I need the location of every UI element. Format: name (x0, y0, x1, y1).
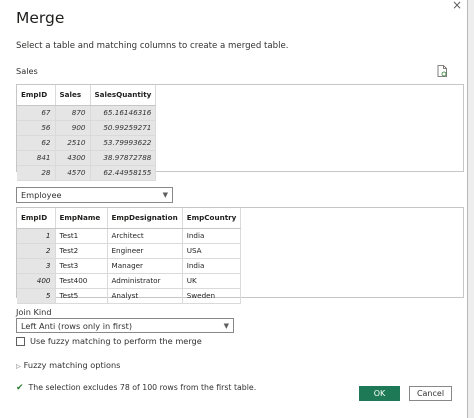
column-header-empid[interactable]: EmpID (17, 85, 56, 106)
table-cell[interactable]: Test3 (55, 258, 108, 274)
first-table-grid: EmpID Sales SalesQuantity 67 870 65.161463… (17, 85, 157, 181)
fuzzy-options-label: Fuzzy matching options (23, 360, 121, 370)
table-cell[interactable]: 4570 (55, 165, 91, 181)
table-cell[interactable]: 1 (17, 228, 56, 244)
table-cell[interactable]: USA (182, 243, 242, 259)
column-header-salesquantity[interactable]: SalesQuantity (90, 85, 157, 106)
column-header-empdesignation[interactable]: EmpDesignation (107, 208, 183, 229)
table-cell[interactable]: Test2 (55, 243, 108, 259)
table-cell[interactable]: 67 (17, 105, 56, 121)
chevron-down-icon: ▼ (223, 322, 229, 330)
table-cell[interactable]: India (182, 228, 242, 244)
table-cell[interactable]: Manager (107, 258, 183, 274)
table-cell[interactable]: 50.99259271 (90, 120, 157, 136)
table-row: 3 Test3 Manager India (17, 258, 242, 274)
table-cell[interactable]: 3 (17, 258, 56, 274)
dialog-description: Select a table and matching columns to c… (16, 41, 289, 51)
column-header-empcountry[interactable]: EmpCountry (182, 208, 242, 229)
table-cell[interactable]: 4300 (55, 150, 91, 166)
table-cell[interactable]: Administrator (107, 273, 183, 289)
first-table-preview: EmpID Sales SalesQuantity 67 870 65.161463… (16, 84, 464, 181)
table-cell[interactable]: 62 (17, 135, 56, 151)
table-row: 67 870 65.16146316 (17, 105, 157, 121)
table-row: 1 Test1 Architect India (17, 228, 242, 244)
table-cell[interactable]: 28 (17, 165, 56, 181)
second-table-grid: EmpID EmpName EmpDesignation EmpCountry … (17, 208, 242, 304)
second-table-preview: EmpID EmpName EmpDesignation EmpCountry … (16, 207, 464, 304)
chevron-right-icon: ▷ (16, 363, 21, 370)
ok-button[interactable]: OK (359, 386, 400, 401)
column-header-empid[interactable]: EmpID (17, 208, 56, 229)
table-cell[interactable]: Analyst (107, 288, 183, 304)
chevron-down-icon: ▼ (162, 191, 168, 199)
table-row: 400 Test400 Administrator UK (17, 273, 242, 289)
table-cell[interactable]: Test5 (55, 288, 108, 304)
table-cell[interactable]: 53.79993622 (90, 135, 157, 151)
table-cell[interactable]: UK (182, 273, 242, 289)
dialog-title: Merge (16, 9, 65, 27)
first-table-label: Sales (16, 66, 38, 76)
table-cell[interactable]: India (182, 258, 242, 274)
table-cell[interactable]: 56 (17, 120, 56, 136)
fuzzy-matching-label[interactable]: Use fuzzy matching to perform the merge (30, 336, 202, 346)
merge-dialog: × Merge Select a table and matching colu… (0, 0, 468, 418)
join-kind-select[interactable]: Left Anti (rows only in first) ▼ (16, 318, 234, 333)
close-icon[interactable]: × (452, 0, 462, 11)
table-cell[interactable]: 2510 (55, 135, 91, 151)
column-header-empname[interactable]: EmpName (55, 208, 108, 229)
second-table-select-value: Employee (21, 190, 62, 200)
file-preview-icon[interactable] (437, 65, 447, 77)
table-cell[interactable]: 38.97872788 (90, 150, 157, 166)
join-kind-label: Join Kind (16, 307, 52, 317)
join-kind-select-value: Left Anti (rows only in first) (21, 321, 133, 331)
table-cell[interactable]: 841 (17, 150, 56, 166)
table-row: 5 Test5 Analyst Sweden (17, 288, 242, 304)
status-message: ✔ The selection excludes 78 of 100 rows f… (16, 383, 256, 393)
table-cell[interactable]: Sweden (182, 288, 242, 304)
fuzzy-options-toggle[interactable]: ▷ Fuzzy matching options (16, 360, 120, 370)
table-cell[interactable]: Engineer (107, 243, 183, 259)
table-cell[interactable]: 900 (55, 120, 91, 136)
second-table-select[interactable]: Employee ▼ (16, 187, 173, 203)
table-cell[interactable]: Architect (107, 228, 183, 244)
table-cell[interactable]: 400 (17, 273, 56, 289)
fuzzy-matching-checkbox[interactable] (16, 337, 25, 346)
table-cell[interactable]: 5 (17, 288, 56, 304)
table-row: 2 Test2 Engineer USA (17, 243, 242, 259)
table-cell[interactable]: Test1 (55, 228, 108, 244)
column-header-sales[interactable]: Sales (55, 85, 91, 106)
table-row: 62 2510 53.79993622 (17, 135, 157, 151)
table-row: 56 900 50.99259271 (17, 120, 157, 136)
status-text: The selection excludes 78 of 100 rows fr… (28, 383, 257, 392)
cancel-button[interactable]: Cancel (409, 386, 452, 401)
table-row: 841 4300 38.97872788 (17, 150, 157, 166)
table-cell[interactable]: Test400 (55, 273, 108, 289)
window-edge (468, 0, 474, 418)
checkmark-icon: ✔ (16, 383, 24, 393)
table-cell[interactable]: 65.16146316 (90, 105, 157, 121)
table-cell[interactable]: 2 (17, 243, 56, 259)
table-row: 28 4570 62.44958155 (17, 165, 157, 181)
table-cell[interactable]: 870 (55, 105, 91, 121)
table-cell[interactable]: 62.44958155 (90, 165, 157, 181)
